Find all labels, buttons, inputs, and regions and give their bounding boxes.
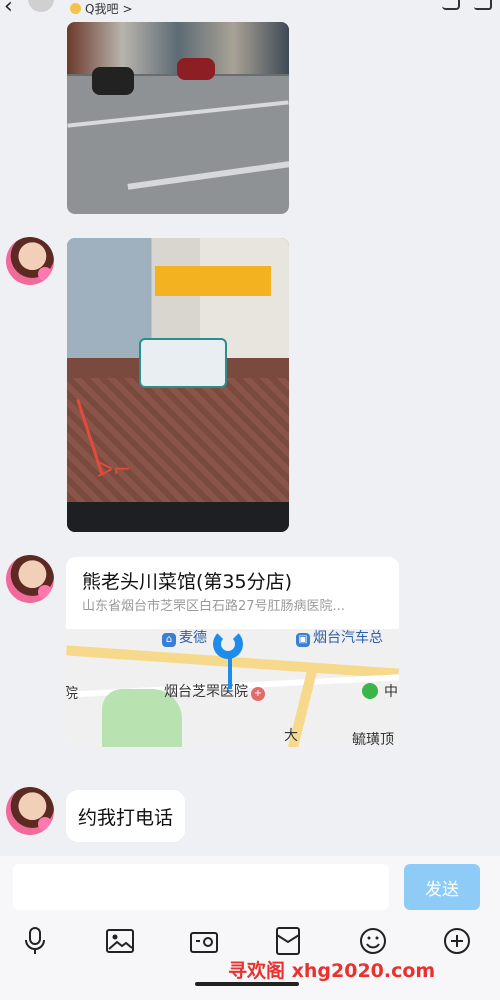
map-poi-label: ▣ 烟台汽车总 [296,627,383,647]
location-pin-stem [228,653,232,689]
image-message-courtyard[interactable]: ᐳ⌐ [67,238,289,532]
drawn-scribble-icon: ᐳ⌐ [97,458,132,483]
photo-lane-marking [67,100,289,128]
map-label-fragment: 毓璜顶 [352,732,394,747]
text-message-bubble[interactable]: 约我打电话 [66,790,186,842]
hospital-icon: + [251,687,265,701]
map-label-fragment: 大 [284,728,298,744]
flower-icon [38,585,52,599]
flower-icon [38,817,52,831]
message-input[interactable] [13,864,389,910]
header-subtitle-text: Q我吧 [85,2,119,16]
chevron-right-icon: > [122,1,133,16]
home-indicator[interactable] [195,982,299,986]
contact-avatar[interactable] [28,0,54,12]
menu-icon[interactable] [474,0,492,10]
location-map[interactable]: ⌂ 麦德 ▣ 烟台汽车总 院 烟台芝罘医院 + 中 大 毓璜顶 [66,629,399,747]
photo-scooter-red [177,58,215,80]
photo-cart [139,338,227,388]
photo-dark-band [67,502,289,532]
chat-header: ‹ Q我吧 > [0,0,500,22]
sender-avatar[interactable] [6,555,54,603]
flower-icon [38,267,52,281]
image-icon[interactable] [103,924,137,958]
plus-icon[interactable] [440,924,474,958]
site-watermark: 寻欢阁 xhg2020.com [228,960,436,982]
photo-shop-sign [155,266,271,296]
emoji-icon[interactable] [356,924,390,958]
crown-icon [70,3,81,14]
send-button[interactable]: 发送 [404,864,480,910]
map-poi-label: ⌂ 麦德 [162,627,207,647]
sender-avatar[interactable] [6,237,54,285]
photo-lane-marking [127,160,289,190]
red-packet-icon[interactable] [271,924,305,958]
location-title: 熊老头川菜馆(第35分店) [82,571,293,593]
header-subtitle[interactable]: Q我吧 > [70,0,133,17]
phone-icon[interactable] [442,0,460,10]
map-label-fragment: 中 [384,684,398,700]
image-message-street[interactable] [67,22,289,214]
message-composer: 发送 寻欢阁 xhg2020.com [0,856,500,1000]
sender-avatar[interactable] [6,787,54,835]
microphone-icon[interactable] [18,924,52,958]
bus-icon: ▣ [296,633,310,647]
location-address: 山东省烟台市芝罘区白石路27号肛肠病医院... [82,599,345,614]
restaurant-icon: ⌂ [162,633,176,647]
back-icon[interactable]: ‹ [4,0,13,19]
location-card[interactable]: 熊老头川菜馆(第35分店) 山东省烟台市芝罘区白石路27号肛肠病医院... ⌂ 麦… [66,557,399,747]
map-hospital-label: 烟台芝罘医院 + [164,681,265,701]
camera-icon[interactable] [187,924,221,958]
map-label-fragment: 院 [66,686,78,702]
park-icon [362,683,378,699]
photo-scooter [92,67,134,95]
